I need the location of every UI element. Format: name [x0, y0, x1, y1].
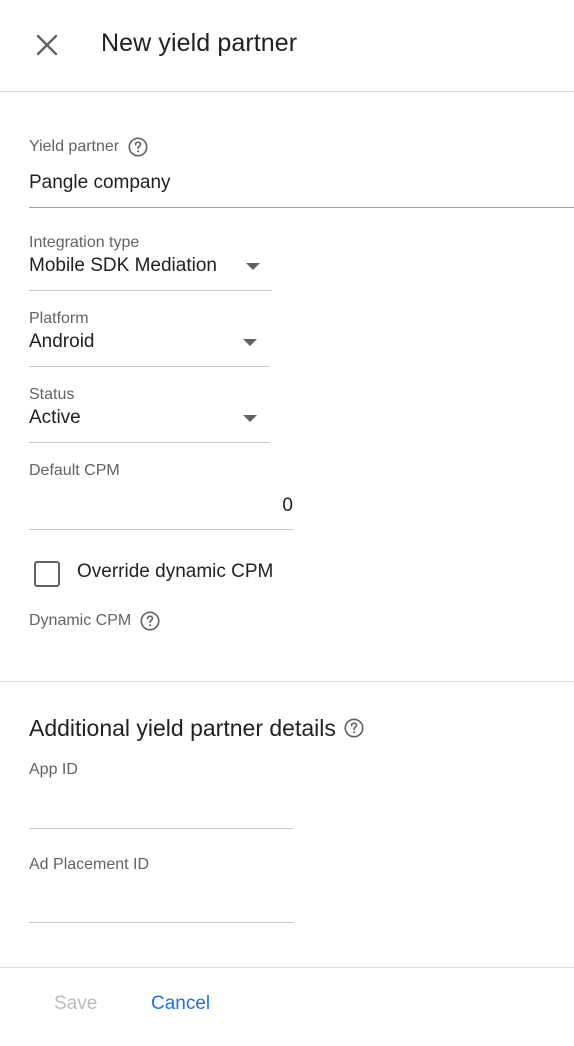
override-dynamic-cpm-label[interactable]: Override dynamic CPM: [77, 561, 273, 583]
app-id-input[interactable]: [29, 797, 293, 829]
page-title: New yield partner: [101, 29, 298, 57]
yield-partner-label-text: Yield partner: [29, 138, 120, 156]
platform-label: Platform: [29, 310, 89, 327]
help-icon[interactable]: [127, 136, 149, 158]
integration-type-underline: [29, 290, 272, 291]
status-underline: [29, 442, 269, 443]
dynamic-cpm-label: Dynamic CPM: [29, 610, 161, 632]
close-icon: [36, 34, 58, 56]
platform-underline: [29, 366, 269, 367]
app-id-label: App ID: [29, 761, 78, 778]
ad-placement-id-input[interactable]: [29, 891, 293, 923]
default-cpm-input[interactable]: 0: [29, 495, 293, 517]
dialog-header: New yield partner: [0, 0, 574, 92]
chevron-down-icon: [246, 263, 260, 270]
yield-partner-underline: [29, 207, 574, 208]
platform-value: Android: [29, 331, 95, 352]
yield-partner-input[interactable]: Pangle company: [29, 172, 171, 194]
additional-details-heading: Additional yield partner details: [29, 715, 365, 742]
ad-placement-id-label: Ad Placement ID: [29, 856, 150, 873]
additional-details-title: Additional yield partner details: [29, 715, 336, 741]
section-divider: [0, 681, 574, 682]
help-icon[interactable]: [343, 717, 365, 739]
chevron-down-icon: [243, 339, 257, 346]
status-value: Active: [29, 407, 81, 428]
status-label: Status: [29, 386, 75, 403]
override-dynamic-cpm-checkbox[interactable]: [34, 561, 60, 587]
integration-type-value: Mobile SDK Mediation: [29, 255, 217, 276]
default-cpm-label: Default CPM: [29, 462, 120, 479]
help-icon[interactable]: [139, 610, 161, 632]
chevron-down-icon: [243, 415, 257, 422]
integration-type-label: Integration type: [29, 234, 140, 251]
yield-partner-label: Yield partner: [29, 136, 149, 158]
cancel-button[interactable]: Cancel: [151, 993, 210, 1015]
default-cpm-underline: [29, 529, 293, 530]
close-button[interactable]: [27, 25, 67, 65]
save-button[interactable]: Save: [54, 993, 97, 1015]
dynamic-cpm-label-text: Dynamic CPM: [29, 612, 132, 630]
footer-divider: [0, 967, 574, 968]
